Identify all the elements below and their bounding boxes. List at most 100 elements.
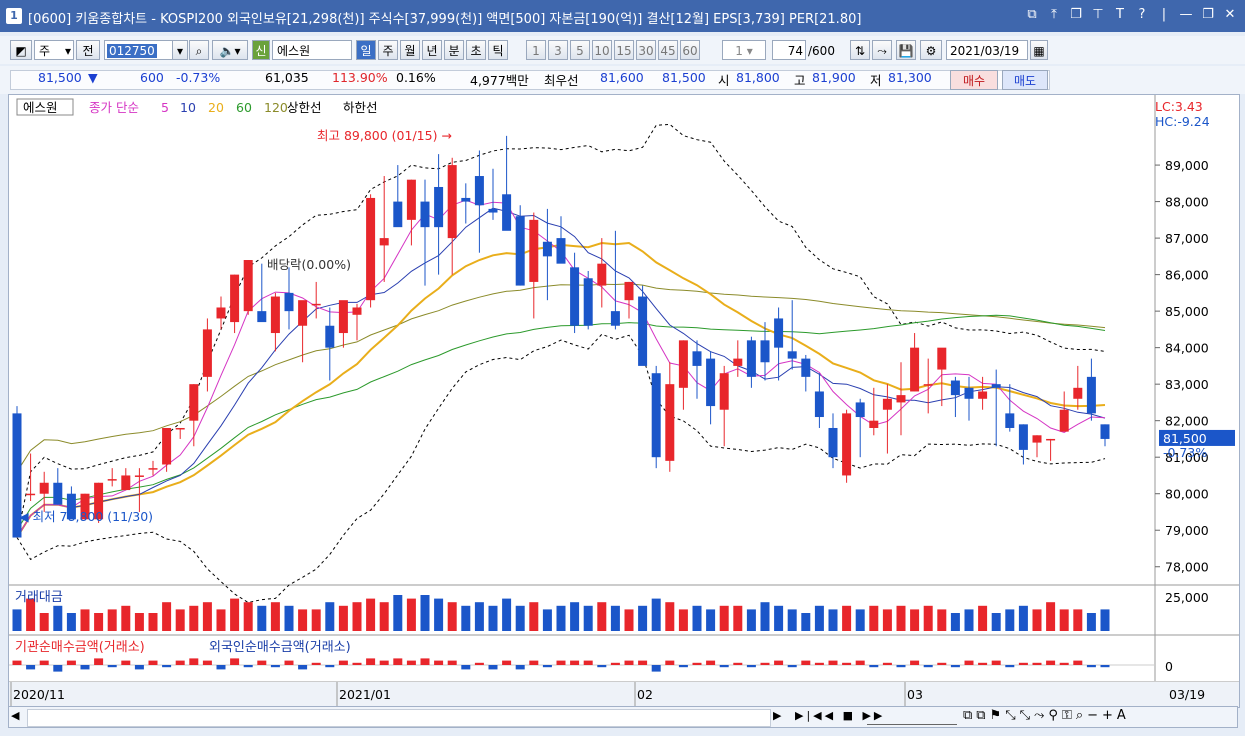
candle-body: [706, 358, 716, 407]
candle-body: [447, 165, 457, 239]
candle-body: [107, 479, 117, 481]
link-icon[interactable]: ⧉: [1023, 6, 1041, 24]
low-label: 저: [870, 73, 882, 88]
chart-menu-icon[interactable]: ◩: [10, 40, 32, 60]
stock-name-field[interactable]: 에스원: [272, 40, 352, 60]
volume-bar: [950, 613, 960, 631]
interval-button-10[interactable]: 10: [592, 40, 612, 60]
gear-icon[interactable]: ⚙: [920, 40, 942, 60]
period-tab-1[interactable]: 주: [378, 40, 398, 60]
close-icon[interactable]: ✕: [1221, 6, 1239, 24]
pattern-icon[interactable]: ⤳: [872, 40, 892, 60]
candle-body: [665, 384, 675, 461]
candle-body: [991, 384, 1001, 388]
period-tab-0[interactable]: 일: [356, 40, 376, 60]
volume-bar: [991, 613, 1001, 631]
flow-bar: [189, 658, 199, 665]
volume-bar: [270, 602, 280, 631]
y-tick-label: 86,000: [1165, 268, 1209, 283]
interval-button-15[interactable]: 15: [614, 40, 634, 60]
horizontal-scrollbar[interactable]: ◀ ▶ ▶|◀◀ ■ ▶▶ ⧉⧉⚑⤡⤡⤳⚲⚿⌕−+A: [8, 706, 1238, 728]
prev-button[interactable]: 전: [76, 40, 100, 60]
open-price: 81,800: [736, 70, 780, 85]
pin-top-icon[interactable]: ⤒: [1045, 6, 1063, 24]
best-quote-label: 최우선: [544, 73, 579, 88]
flow-bar: [828, 660, 838, 665]
candle-body: [366, 197, 376, 301]
flow-bar: [733, 662, 743, 665]
sound-icon[interactable]: 🔈▾: [212, 40, 248, 60]
legend-close-label: 종가 단순: [89, 100, 139, 115]
buy-button[interactable]: 매수: [950, 70, 998, 90]
volume-ratio: 113.90%: [332, 70, 388, 85]
candle-body: [950, 380, 960, 396]
window-number-badge[interactable]: 1: [6, 8, 22, 24]
date-input[interactable]: 2021/03/19: [946, 40, 1028, 60]
hc-label: HC:-9.24: [1155, 114, 1210, 129]
code-dropdown-chevron-icon[interactable]: ▾: [172, 40, 188, 60]
save-icon[interactable]: 💾: [896, 40, 916, 60]
interval-button-1[interactable]: 1: [526, 40, 546, 60]
toolbar-toggle-icon[interactable]: ⊤: [1089, 6, 1107, 24]
volume-bar: [393, 595, 403, 631]
volume-bar: [325, 602, 335, 631]
flow-bar: [474, 662, 484, 665]
flow-bar: [787, 665, 797, 668]
candle-body: [882, 398, 892, 410]
flow-bar: [148, 660, 158, 665]
stock-code-input[interactable]: 012750: [104, 40, 174, 60]
flow-bar: [583, 660, 593, 665]
period-tab-5[interactable]: 초: [466, 40, 486, 60]
legend-lower-band: 하한선: [343, 100, 378, 115]
legend-ma-60: 60: [236, 100, 252, 115]
period-tab-3[interactable]: 년: [422, 40, 442, 60]
chart-area[interactable]: 89,000 88,000 87,000 86,000 85,000 84,000 83,0…: [8, 94, 1240, 708]
interval-button-3[interactable]: 3: [548, 40, 568, 60]
flow-bar: [869, 665, 879, 668]
interval-button-60[interactable]: 60: [680, 40, 700, 60]
candle-body: [202, 329, 212, 377]
zoom-slider[interactable]: [867, 710, 957, 725]
scroll-right-icon[interactable]: ▶: [773, 709, 781, 722]
period-tab-6[interactable]: 틱: [488, 40, 508, 60]
flow-bar: [882, 662, 892, 665]
restore-icon[interactable]: ❐: [1199, 6, 1217, 24]
volume-bar: [814, 605, 824, 631]
volume-bar: [692, 605, 702, 631]
candle-body: [910, 347, 920, 392]
candle-body: [53, 482, 63, 505]
toolbar-main: ◩ 주 ▾ 전 012750 ▾ ⌕ 🔈▾ 신 에스원 일주월년분초틱 1 3 5 10…: [0, 36, 1245, 64]
interval-button-30[interactable]: 30: [636, 40, 656, 60]
data-count-input[interactable]: 74: [772, 40, 806, 60]
indicator-icon[interactable]: ⇅: [850, 40, 870, 60]
period-tab-4[interactable]: 분: [444, 40, 464, 60]
help-icon[interactable]: ?: [1133, 6, 1151, 24]
volume-bar: [216, 609, 226, 631]
copy-window-icon[interactable]: ❐: [1067, 6, 1085, 24]
interval-button-45[interactable]: 45: [658, 40, 678, 60]
divider-icon: |: [1161, 7, 1167, 22]
scroll-track[interactable]: [27, 709, 771, 727]
flow-bar: [991, 660, 1001, 665]
chart-svg[interactable]: 89,000 88,000 87,000 86,000 85,000 84,000 83,0…: [9, 95, 1239, 707]
interval-button-5[interactable]: 5: [570, 40, 590, 60]
calendar-icon[interactable]: ▦: [1030, 40, 1048, 60]
minimize-icon[interactable]: —: [1177, 6, 1195, 24]
flow-bar: [39, 660, 49, 665]
candle-body: [692, 351, 702, 366]
unit-select[interactable]: 1 ▾: [722, 40, 766, 60]
flow-bar: [1073, 660, 1083, 665]
flow-bar: [284, 660, 294, 665]
chart-tools-icon[interactable]: ⧉⧉⚑⤡⤡⤳⚲⚿⌕−+A: [963, 708, 1130, 723]
period-tab-2[interactable]: 월: [400, 40, 420, 60]
scroll-left-icon[interactable]: ◀: [11, 709, 25, 725]
market-select[interactable]: 주 ▾: [34, 40, 74, 60]
search-icon[interactable]: ⌕: [189, 40, 209, 60]
volume-bar: [1100, 609, 1110, 631]
candle-body: [461, 197, 471, 202]
candle-body: [121, 475, 131, 491]
candle-body: [257, 311, 267, 323]
sell-button[interactable]: 매도: [1002, 70, 1048, 90]
down-arrow-icon: ▼: [88, 70, 98, 85]
text-icon[interactable]: T: [1111, 6, 1129, 24]
